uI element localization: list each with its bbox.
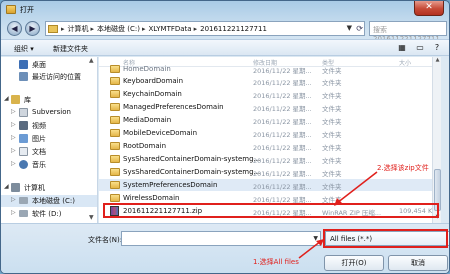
disk-icon <box>19 210 28 217</box>
file-row[interactable]: KeychainDomain 2016/11/22 星期... 文件夹 <box>99 88 441 100</box>
breadcrumb-current-folder[interactable]: 201611221127711 <box>200 25 267 33</box>
folder-icon <box>110 103 120 111</box>
nav-item-local-disk-c[interactable]: ▷ 本地磁盘 (C:) <box>1 195 97 207</box>
file-row[interactable]: HomeDomain 2016/11/22 星期... 文件夹 <box>99 63 441 75</box>
new-folder-button[interactable]: 新建文件夹 <box>53 44 88 54</box>
toolbar: 组织 ▾ 新建文件夹 ▦ ▭ ? <box>1 39 449 56</box>
nav-item-music[interactable]: ▷ 音乐 <box>1 159 97 171</box>
filename-field[interactable]: ▼ <box>121 231 321 246</box>
annotation-arrow-step2 <box>334 171 378 206</box>
annotation-arrow-step1 <box>298 239 324 259</box>
file-row[interactable]: KeyboardDomain 2016/11/22 星期... 文件夹 <box>99 75 441 87</box>
nav-item-pictures[interactable]: ▷ 图片 <box>1 133 97 145</box>
nav-item-disk-d[interactable]: ▷ 软件 (D:) <box>1 208 97 220</box>
vertical-scrollbar[interactable]: ▲ ▼ <box>432 57 441 223</box>
picture-icon <box>19 134 28 143</box>
folder-icon <box>110 142 120 150</box>
close-button[interactable]: ✕ <box>414 1 444 16</box>
file-row[interactable]: MobileDeviceDomain 2016/11/22 星期... 文件夹 <box>99 127 441 139</box>
file-row[interactable]: SystemPreferencesDomain 2016/11/22 星期...… <box>99 179 441 191</box>
annotation-highlight-filetype <box>323 229 448 248</box>
nav-item-subversion[interactable]: ▷ Subversion <box>1 107 97 119</box>
desktop-icon <box>19 60 28 69</box>
chevron-down-icon[interactable]: ◢ <box>4 95 9 102</box>
open-file-dialog: 打开 ✕ ◀ ▶ ▸ 计算机 ▸ 本地磁盘 (C:) ▸ XLYMTFData … <box>0 0 450 274</box>
music-icon <box>19 160 28 169</box>
chevron-down-icon[interactable]: ▼ <box>347 22 352 35</box>
search-input[interactable]: 搜索 201611221127711 <box>369 21 447 43</box>
address-bar: ◀ ▶ ▸ 计算机 ▸ 本地磁盘 (C:) ▸ XLYMTFData ▸ 201… <box>5 20 447 43</box>
breadcrumb-computer[interactable]: 计算机 <box>68 24 89 34</box>
nav-item-computer[interactable]: ◢ 计算机 <box>1 182 97 194</box>
view-options-icon[interactable]: ▦ <box>397 43 407 53</box>
nav-item-recent-places[interactable]: 最近访问的位置 <box>1 71 97 83</box>
preview-pane-icon[interactable]: ▭ <box>415 43 425 53</box>
file-row[interactable]: ManagedPreferencesDomain 2016/11/22 星期..… <box>99 101 441 113</box>
breadcrumb-xlymtfdata[interactable]: XLYMTFData <box>148 25 191 33</box>
video-icon <box>19 121 28 130</box>
forward-button[interactable]: ▶ <box>25 21 40 36</box>
chevron-right-icon[interactable]: ▷ <box>11 209 16 216</box>
scroll-down-icon[interactable]: ▼ <box>89 214 94 221</box>
scroll-up-icon[interactable]: ▲ <box>433 57 441 66</box>
file-row[interactable]: MediaDomain 2016/11/22 星期... 文件夹 <box>99 114 441 126</box>
computer-icon <box>11 183 20 192</box>
annotation-step2: 2.选择该zip文件 <box>377 164 429 172</box>
file-list: 名称 修改日期 类型 大小 HomeDomain 2016/11/22 星期..… <box>99 57 441 223</box>
disk-icon <box>19 197 28 204</box>
nav-item-video[interactable]: ▷ 视频 <box>1 120 97 132</box>
window-title: 打开 <box>20 6 34 14</box>
folder-icon <box>110 65 120 73</box>
nav-item-documents[interactable]: ▷ 文档 <box>1 146 97 158</box>
organize-button[interactable]: 组织 ▾ <box>14 44 34 54</box>
chevron-down-icon[interactable]: ◢ <box>4 183 9 190</box>
refresh-icon[interactable]: ⟳ <box>356 22 363 35</box>
folder-icon <box>110 181 120 189</box>
breadcrumb-local-disk[interactable]: 本地磁盘 (C:) <box>97 24 140 34</box>
annotation-highlight-zip <box>103 203 439 218</box>
subversion-icon <box>19 108 28 117</box>
folder-icon <box>110 168 120 176</box>
folder-icon <box>48 24 58 33</box>
help-icon[interactable]: ? <box>432 43 442 53</box>
folder-icon <box>110 155 120 163</box>
file-row[interactable]: RootDomain 2016/11/22 星期... 文件夹 <box>99 140 441 152</box>
cancel-button[interactable]: 取消 <box>388 255 448 271</box>
open-button[interactable]: 打开(O) <box>324 255 384 271</box>
nav-item-desktop[interactable]: 桌面 <box>1 59 97 71</box>
chevron-right-icon[interactable]: ▷ <box>11 134 16 141</box>
folder-icon <box>110 129 120 137</box>
chevron-right-icon[interactable]: ▷ <box>11 196 16 203</box>
navigation-pane: ▲ 桌面 最近访问的位置 ◢ 库 ▷ Subversion ▷ 视频 ▷ 图片 <box>1 57 98 223</box>
chevron-right-icon[interactable]: ▷ <box>11 121 16 128</box>
chevron-right-icon[interactable]: ▷ <box>11 160 16 167</box>
folder-icon <box>110 194 120 202</box>
chevron-right-icon[interactable]: ▷ <box>11 147 16 154</box>
document-icon <box>19 147 28 156</box>
back-button[interactable]: ◀ <box>7 21 22 36</box>
folder-app-icon <box>6 5 16 14</box>
annotation-step1: 1.选择All files <box>253 258 299 266</box>
library-icon <box>11 95 20 104</box>
title-bar: 打开 ✕ <box>1 1 449 19</box>
folder-icon <box>110 116 120 124</box>
folder-icon <box>110 77 120 85</box>
folder-icon <box>110 90 120 98</box>
recent-places-icon <box>19 72 28 81</box>
chevron-right-icon[interactable]: ▷ <box>11 108 16 115</box>
filename-label: 文件名(N): <box>88 236 123 244</box>
breadcrumb[interactable]: ▸ 计算机 ▸ 本地磁盘 (C:) ▸ XLYMTFData ▸ 2016112… <box>45 21 365 36</box>
nav-item-libraries[interactable]: ◢ 库 <box>1 94 97 106</box>
